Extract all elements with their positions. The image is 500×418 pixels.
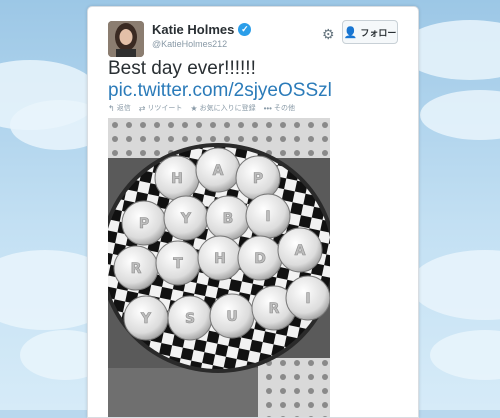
- cupcake-letter: S: [185, 311, 195, 327]
- more-button[interactable]: ••• その他: [264, 103, 295, 113]
- cupcake-letter: T: [173, 256, 183, 272]
- cupcake-photo-image: H A P P Y B I R T H D A Y S U R I: [108, 118, 330, 417]
- author-handle[interactable]: @KatieHolmes212: [152, 39, 227, 49]
- cupcake-letter: U: [226, 309, 237, 325]
- retweet-label: リツイート: [147, 105, 183, 112]
- follow-user-icon: 👤: [343, 26, 358, 39]
- favorite-icon: ★: [190, 103, 198, 113]
- author-name[interactable]: Katie Holmes: [152, 22, 234, 37]
- cupcake-letter: H: [214, 251, 226, 267]
- more-label: その他: [273, 105, 295, 112]
- cupcake-letter: I: [265, 209, 270, 225]
- verified-badge-icon: ✓: [238, 23, 252, 36]
- tweet-link[interactable]: pic.twitter.com/2sjyeOSSzl: [108, 80, 332, 102]
- cupcake-letter: R: [131, 261, 142, 277]
- cupcake-letter: A: [213, 163, 224, 179]
- tweet-text: Best day ever!!!!!!: [108, 58, 256, 79]
- follow-button-label: フォロー: [360, 27, 397, 38]
- reply-label: 返信: [116, 105, 131, 112]
- retweet-icon: ⇄: [138, 103, 146, 113]
- reply-icon: ↰: [108, 103, 115, 113]
- cupcake-letter: P: [253, 171, 263, 187]
- cupcake-letter: B: [223, 211, 234, 227]
- favorite-label: お気に入りに登録: [199, 105, 256, 112]
- more-icon: •••: [263, 103, 272, 113]
- avatar[interactable]: [108, 21, 144, 57]
- retweet-button[interactable]: ⇄ リツイート: [139, 103, 183, 113]
- cupcake-letter: A: [295, 243, 306, 259]
- cupcake-letter: Y: [180, 211, 192, 227]
- reply-button[interactable]: ↰ 返信: [108, 103, 131, 113]
- tweet-photo[interactable]: H A P P Y B I R T H D A Y S U R I: [108, 118, 330, 417]
- cupcake-letter: P: [139, 216, 149, 232]
- gear-icon[interactable]: ⚙: [322, 27, 336, 41]
- cupcake-letter: R: [269, 301, 280, 317]
- cupcake-letter: H: [171, 171, 183, 187]
- tweet-actions: ↰ 返信 ⇄ リツイート ★ お気に入りに登録 ••• その他: [108, 103, 295, 113]
- cupcake-letter: Y: [140, 311, 152, 327]
- follow-button[interactable]: 👤 フォロー: [342, 20, 398, 44]
- favorite-button[interactable]: ★ お気に入りに登録: [190, 103, 255, 113]
- tweet-card: Katie Holmes ✓ @KatieHolmes212 ⚙ 👤 フォロー …: [87, 6, 419, 418]
- cupcake-letter: D: [254, 251, 266, 267]
- cupcake-letter: I: [305, 291, 310, 307]
